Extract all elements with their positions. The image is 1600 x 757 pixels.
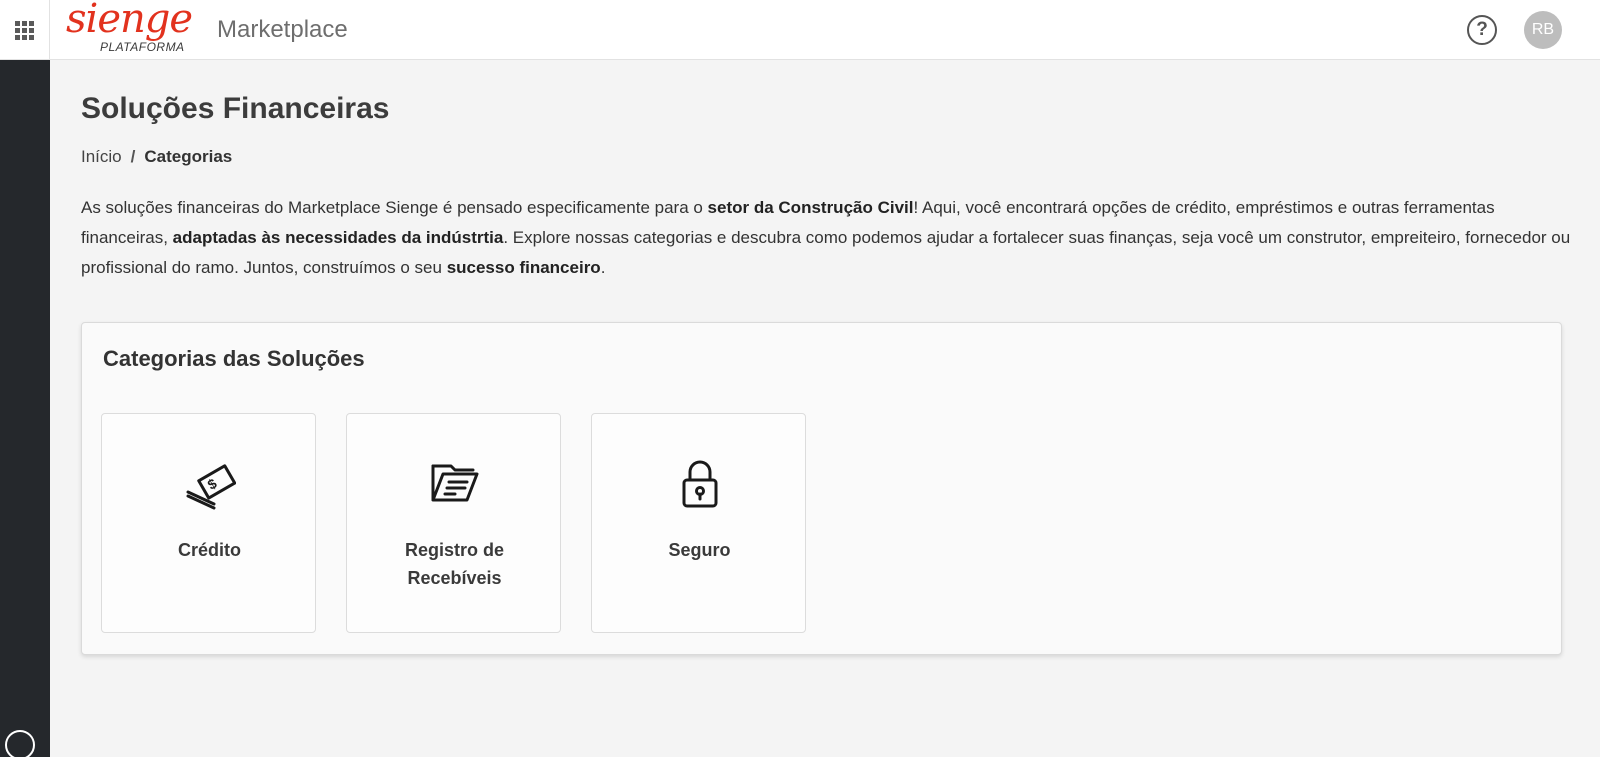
app-title: Marketplace [217,16,348,43]
intro-bold-part: sucesso financeiro [446,258,601,277]
categories-title: Categorias das Soluções [103,346,365,371]
apps-menu-button[interactable] [0,0,50,60]
breadcrumb-separator: / [130,147,136,166]
intro-text: As soluções financeiras do Marketplace S… [81,193,1571,283]
folder-document-icon [431,464,479,502]
logo-subtitle: PLATAFORMA [100,40,185,54]
svg-text:$: $ [205,475,220,493]
user-avatar[interactable]: RB [1524,11,1562,49]
category-label: Seguro [668,540,731,560]
sienge-logo[interactable]: sienge PLATAFORMA [62,0,202,58]
category-label: Registro de Recebíveis [404,540,505,588]
logo-wordmark: sienge [66,0,193,42]
breadcrumb: Início / Categorias [81,147,232,167]
intro-bold-part: adaptadas às necessidades da indústrtia [172,228,504,247]
categories-panel: Categorias das Soluções $ Crédito Regist… [81,322,1562,655]
category-card-registro-recebiveis[interactable]: Registro de Recebíveis [346,413,561,633]
intro-bold-part: setor da Construção Civil [707,198,914,217]
category-label: Crédito [178,540,241,560]
page-title: Soluções Financeiras [81,92,390,125]
intro-text-part: . [600,258,606,277]
help-icon: ? [1476,19,1488,40]
sidebar [0,60,50,757]
help-button[interactable]: ? [1467,15,1497,45]
category-card-seguro[interactable]: Seguro [591,413,806,633]
clock-icon[interactable] [5,730,35,757]
padlock-icon [682,460,718,508]
intro-text-part: As soluções financeiras do Marketplace S… [81,198,708,217]
money-bills-icon: $ [186,464,236,510]
grid-icon [15,20,34,40]
breadcrumb-current: Categorias [144,147,233,166]
category-card-credito[interactable]: $ Crédito [101,413,316,633]
top-bar: sienge PLATAFORMA Marketplace ? RB [0,0,1600,60]
breadcrumb-home-link[interactable]: Início [81,147,122,166]
